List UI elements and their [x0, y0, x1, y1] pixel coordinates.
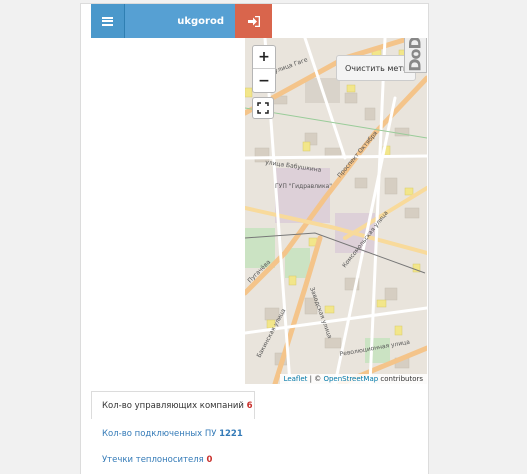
- stat-value: 0: [206, 455, 213, 465]
- tab-label: Кол-во управляющих компаний: [102, 400, 244, 411]
- stat-coolant-leaks[interactable]: Утечки теплоносителя 0: [102, 455, 212, 465]
- map-attribution: Leaflet | © OpenStreetMap contributors: [279, 374, 427, 384]
- menu-button[interactable]: [91, 4, 125, 38]
- stat-value: 1221: [219, 429, 243, 439]
- fullscreen-button[interactable]: [252, 97, 274, 119]
- map-view[interactable]: улица Бабушкина Проспект Октября Комсомо…: [245, 38, 427, 384]
- tab-value: 6: [246, 400, 253, 411]
- leaflet-link[interactable]: Leaflet: [284, 375, 308, 383]
- side-tab-label: DoDT: [406, 38, 425, 72]
- attribution-separator: | ©: [307, 375, 324, 383]
- zoom-out-button[interactable]: −: [253, 69, 275, 92]
- attribution-suffix: contributors: [378, 375, 423, 383]
- fullscreen-icon: [257, 102, 269, 114]
- sign-in-icon: [247, 15, 260, 27]
- osm-link[interactable]: OpenStreetMap: [323, 375, 378, 383]
- tab-management-companies[interactable]: Кол-во управляющих компаний 6: [91, 391, 255, 419]
- app-title: ukgorod: [125, 4, 235, 38]
- stat-label: Кол-во подключенных ПУ: [102, 429, 217, 439]
- app-title-text: ukgorod: [177, 15, 224, 27]
- logout-button[interactable]: [235, 4, 272, 38]
- zoom-in-button[interactable]: +: [253, 46, 275, 69]
- side-panel-tab[interactable]: DoDT: [404, 38, 427, 73]
- map-poi-label: ГУП "Гидравлика": [275, 183, 332, 190]
- zoom-control: + −: [252, 45, 276, 93]
- hamburger-icon: [102, 16, 113, 26]
- stat-connected-meters[interactable]: Кол-во подключенных ПУ 1221: [102, 429, 243, 439]
- stat-label: Утечки теплоносителя: [102, 455, 204, 465]
